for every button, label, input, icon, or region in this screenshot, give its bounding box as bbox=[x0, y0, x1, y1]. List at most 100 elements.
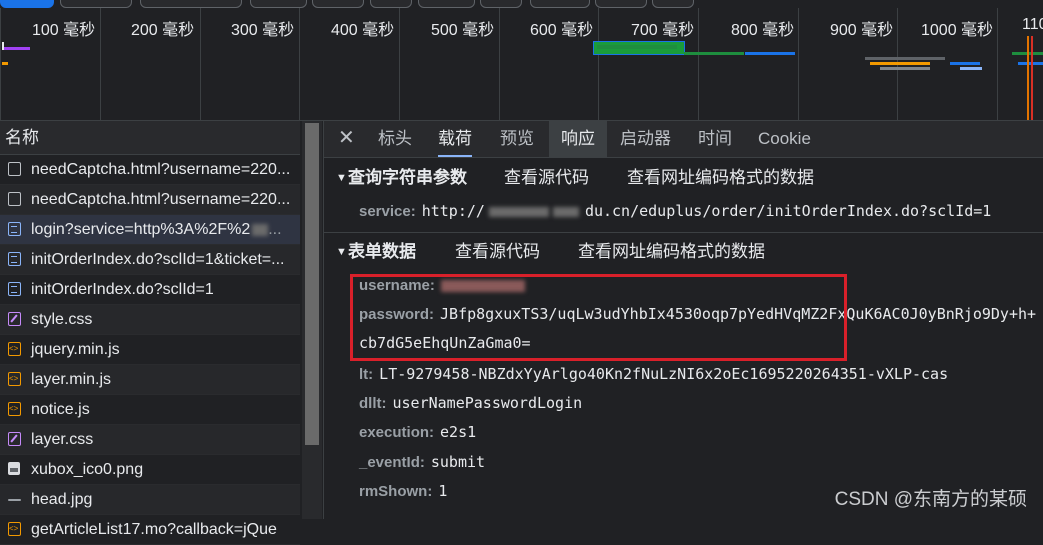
timeline-gridline bbox=[499, 8, 500, 120]
timeline-request-bar bbox=[2, 47, 30, 50]
ellipsis: ... bbox=[268, 221, 282, 238]
request-row[interactable]: layer.css bbox=[0, 425, 300, 455]
request-name: getArticleList17.mo?callback=jQue bbox=[31, 521, 277, 538]
field-value: submit bbox=[430, 453, 486, 471]
timeline-tick-label: 600 毫秒 bbox=[530, 22, 594, 39]
tab-initiator[interactable]: 启动器 bbox=[620, 121, 671, 157]
details-tab-bar: ✕ 标头 载荷 预览 响应 启动器 时间 Cookie bbox=[324, 121, 1043, 158]
view-url-encoded-link[interactable]: 查看网址编码格式的数据 bbox=[627, 163, 814, 193]
annotation-highlight-box bbox=[350, 274, 847, 361]
timeline-request-bar bbox=[960, 67, 982, 70]
scrollbar-thumb[interactable] bbox=[305, 123, 319, 445]
form-field-eventid: _eventId: submit bbox=[359, 448, 485, 477]
image-icon bbox=[8, 462, 20, 475]
param-value-prefix: http:// bbox=[421, 202, 485, 220]
redacted-text bbox=[252, 223, 269, 236]
image-icon bbox=[8, 499, 21, 501]
request-row[interactable]: needCaptcha.html?username=220... bbox=[0, 185, 300, 215]
timeline-gridline bbox=[100, 8, 101, 120]
filter-pill[interactable] bbox=[140, 0, 242, 8]
view-source-link[interactable]: 查看源代码 bbox=[455, 237, 540, 267]
request-row[interactable]: needCaptcha.html?username=220... bbox=[0, 155, 300, 185]
tab-cookies[interactable]: Cookie bbox=[758, 121, 811, 157]
field-value: LT-9279458-NBZdxYyArlgo40Kn2fNuLzNI6x2oE… bbox=[379, 365, 949, 383]
field-key: lt: bbox=[359, 366, 374, 383]
field-key: _eventId: bbox=[359, 454, 425, 471]
request-name: initOrderIndex.do?sclId=1&ticket=... bbox=[31, 251, 285, 268]
timeline-overview[interactable]: 100 毫秒 200 毫秒 300 毫秒 400 毫秒 500 毫秒 600 毫… bbox=[0, 0, 1043, 121]
filter-pill[interactable] bbox=[370, 0, 412, 8]
filter-pill[interactable] bbox=[652, 0, 694, 8]
field-key: execution: bbox=[359, 424, 435, 441]
filter-pill[interactable] bbox=[595, 0, 647, 8]
request-row[interactable]: layer.min.js bbox=[0, 365, 300, 395]
timeline-gridline bbox=[299, 8, 300, 120]
tab-preview[interactable]: 预览 bbox=[500, 121, 534, 157]
request-name: needCaptcha.html?username=220... bbox=[31, 191, 291, 208]
tab-payload[interactable]: 载荷 bbox=[438, 121, 472, 157]
section-divider bbox=[324, 232, 1043, 233]
tab-timing[interactable]: 时间 bbox=[698, 121, 732, 157]
document-icon bbox=[8, 282, 21, 296]
request-list-scrollbar[interactable] bbox=[302, 121, 322, 519]
request-row[interactable]: initOrderIndex.do?sclId=1&ticket=... bbox=[0, 245, 300, 275]
request-name: jquery.min.js bbox=[31, 341, 120, 358]
view-url-encoded-link[interactable]: 查看网址编码格式的数据 bbox=[578, 237, 765, 267]
timeline-gridline bbox=[399, 8, 400, 120]
request-name: login?service=http%3A%2F%2... bbox=[31, 215, 282, 244]
request-name: initOrderIndex.do?sclId=1 bbox=[31, 281, 214, 298]
expand-triangle-icon[interactable]: ▼ bbox=[336, 163, 347, 193]
section-title: 表单数据 bbox=[348, 242, 416, 261]
request-details-panel: ✕ 标头 载荷 预览 响应 启动器 时间 Cookie ▼ 查询字符串参数 查看… bbox=[324, 121, 1043, 519]
script-icon bbox=[8, 365, 21, 393]
timeline-tick-label: 200 毫秒 bbox=[131, 22, 195, 39]
request-name: layer.min.js bbox=[31, 371, 112, 388]
filter-pill[interactable] bbox=[530, 0, 590, 8]
dom-content-loaded-marker bbox=[1031, 36, 1033, 120]
request-row[interactable]: notice.js bbox=[0, 395, 300, 425]
view-source-link[interactable]: 查看源代码 bbox=[504, 163, 589, 193]
tab-response[interactable]: 响应 bbox=[549, 121, 607, 157]
document-icon bbox=[8, 222, 21, 236]
filter-pill[interactable] bbox=[60, 0, 132, 8]
expand-triangle-icon[interactable]: ▼ bbox=[336, 237, 347, 267]
load-event-marker bbox=[1027, 36, 1029, 120]
script-icon bbox=[8, 395, 21, 423]
request-row[interactable]: getArticleList17.mo?callback=jQue bbox=[0, 515, 300, 545]
request-row[interactable]: head.jpg bbox=[0, 485, 300, 515]
timeline-gridline bbox=[997, 8, 998, 120]
filter-pill[interactable] bbox=[0, 0, 54, 8]
query-params-section-header[interactable]: ▼ 查询字符串参数 查看源代码 查看网址编码格式的数据 bbox=[324, 163, 1043, 193]
redacted-text bbox=[552, 206, 579, 217]
request-name: style.css bbox=[31, 311, 93, 328]
redacted-text bbox=[488, 206, 549, 217]
request-row-selected[interactable]: login?service=http%3A%2F%2... bbox=[0, 215, 300, 245]
timeline-request-bar bbox=[880, 67, 930, 70]
request-row[interactable]: jquery.min.js bbox=[0, 335, 300, 365]
request-row[interactable]: initOrderIndex.do?sclId=1 bbox=[0, 275, 300, 305]
stylesheet-icon bbox=[8, 432, 21, 446]
filter-pill[interactable] bbox=[418, 0, 475, 8]
timeline-request-bar bbox=[865, 57, 945, 60]
request-row[interactable]: xubox_ico0.png bbox=[0, 455, 300, 485]
close-icon[interactable]: ✕ bbox=[338, 126, 355, 150]
timeline-request-bar bbox=[950, 62, 980, 65]
timeline-tick-label: 900 毫秒 bbox=[830, 22, 894, 39]
timeline-tick-label: 1000 毫秒 bbox=[921, 22, 994, 39]
script-icon bbox=[8, 335, 21, 363]
name-column-header[interactable]: 名称 bbox=[0, 121, 300, 155]
filter-toolbar bbox=[0, 0, 1043, 8]
checkbox-icon bbox=[8, 192, 21, 206]
filter-pill[interactable] bbox=[480, 0, 522, 8]
timeline-tick-label: 300 毫秒 bbox=[231, 22, 295, 39]
request-row[interactable]: style.css bbox=[0, 305, 300, 335]
form-field-lt: lt: LT-9279458-NBZdxYyArlgo40Kn2fNuLzNI6x… bbox=[359, 360, 948, 389]
form-data-section-header[interactable]: ▼ 表单数据 查看源代码 查看网址编码格式的数据 bbox=[324, 237, 1043, 267]
timeline-gridline bbox=[798, 8, 799, 120]
query-param-row: service: http:// du.cn/eduplus/order/initO… bbox=[359, 197, 991, 226]
filter-pill[interactable] bbox=[250, 0, 307, 8]
request-name: xubox_ico0.png bbox=[31, 461, 144, 478]
timeline-tick-label: 700 毫秒 bbox=[631, 22, 695, 39]
filter-pill[interactable] bbox=[312, 0, 364, 8]
tab-headers[interactable]: 标头 bbox=[378, 121, 412, 157]
